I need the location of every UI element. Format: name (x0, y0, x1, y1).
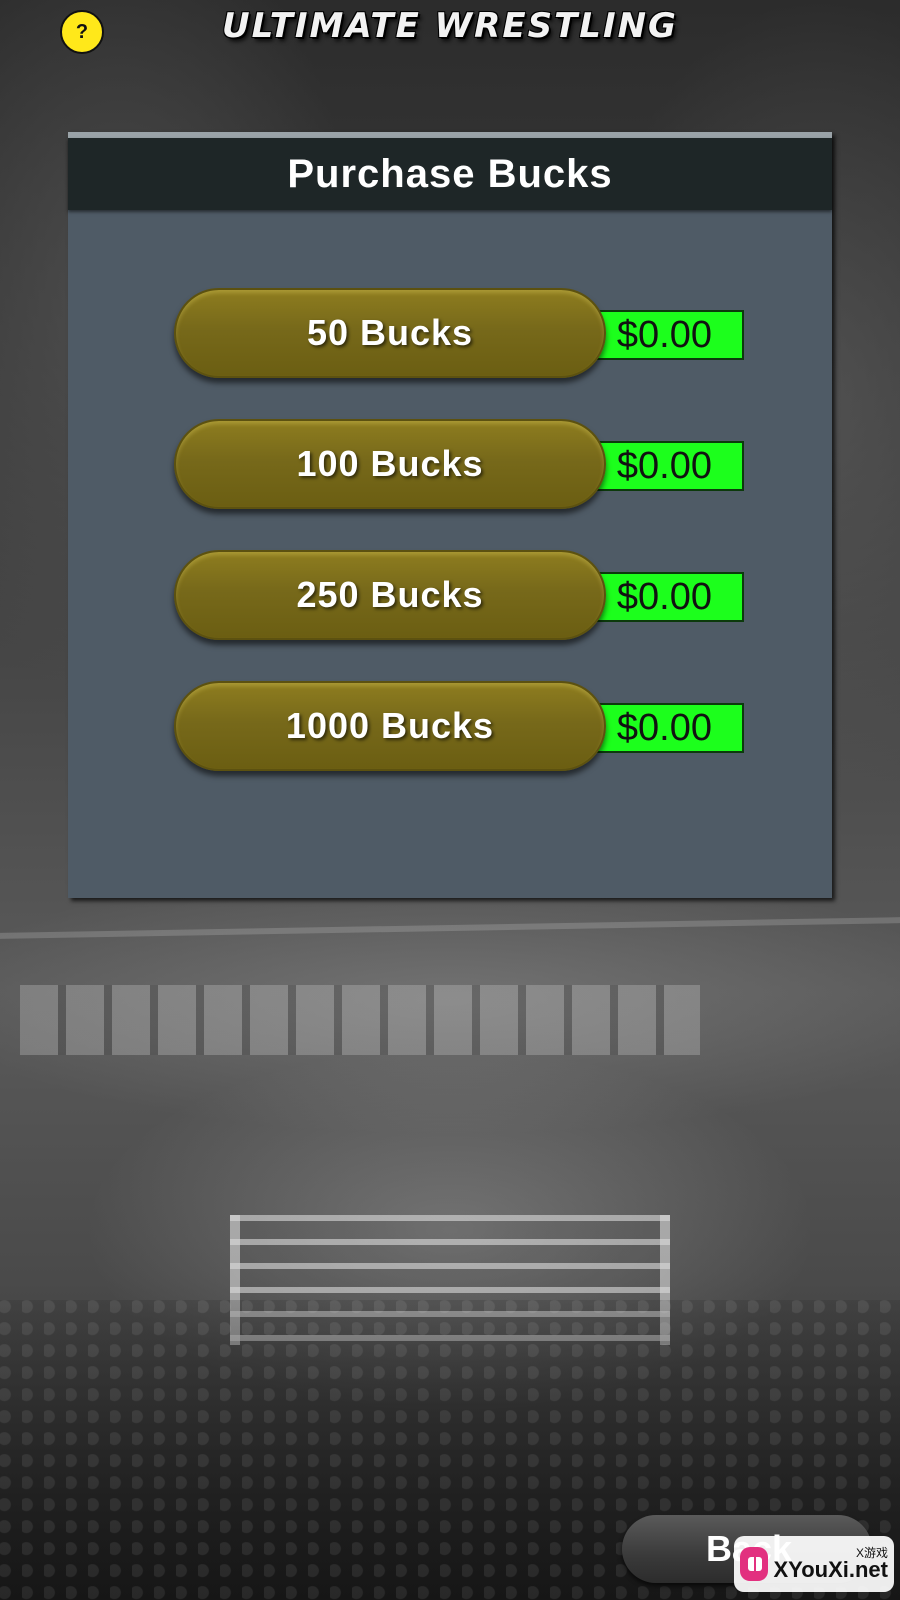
purchase-row-50: 50 Bucks $0.00 (174, 288, 774, 384)
purchase-row-250: 250 Bucks $0.00 (174, 550, 774, 646)
panel-title: Purchase Bucks (287, 151, 613, 196)
purchase-row-1000: 1000 Bucks $0.00 (174, 681, 774, 777)
panel-header: Purchase Bucks (68, 138, 832, 210)
arena-balcony (0, 917, 900, 939)
buy-1000-bucks-button[interactable]: 1000 Bucks (174, 681, 606, 771)
game-logo: ULTIMATE WRESTLING (222, 6, 678, 46)
buy-100-bucks-button[interactable]: 100 Bucks (174, 419, 606, 509)
watermark-en: XYouXi.net (773, 1557, 889, 1582)
purchase-panel: Purchase Bucks 50 Bucks $0.00 100 Bucks … (68, 132, 832, 898)
purchase-row-100: 100 Bucks $0.00 (174, 419, 774, 515)
watermark-text: X游戏 XYouXi.net (774, 1547, 889, 1581)
buy-250-bucks-button[interactable]: 250 Bucks (174, 550, 606, 640)
arena-banners (20, 985, 700, 1055)
gamepad-icon (740, 1547, 768, 1581)
buy-50-bucks-button[interactable]: 50 Bucks (174, 288, 606, 378)
site-watermark: X游戏 XYouXi.net (734, 1536, 894, 1592)
